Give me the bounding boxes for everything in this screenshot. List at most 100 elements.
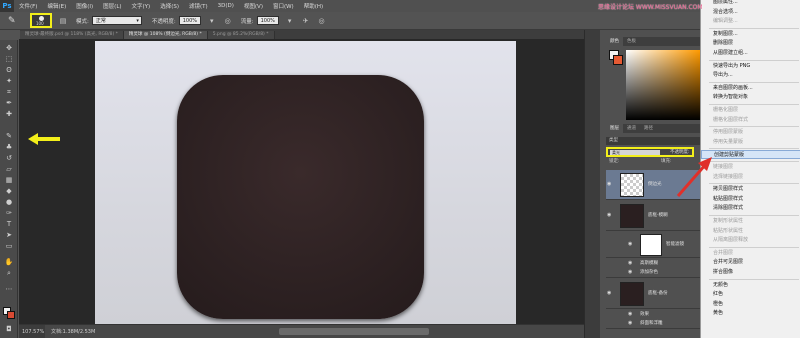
context-menu-item[interactable]: 创建剪贴蒙版 [701,150,800,160]
layer-name: 底框-模糊 [648,213,668,218]
eraser-tool-icon[interactable]: ▱ [3,165,15,174]
lasso-tool-icon[interactable]: ʘ [3,66,15,75]
brush-panel-icon[interactable]: ▤ [58,16,68,26]
healing-tool-icon[interactable]: ✚ [3,110,15,119]
filter-row[interactable]: ◉ 添加杂色 [606,268,700,278]
type-tool-icon[interactable]: T [3,220,15,229]
tab-channels[interactable]: 通道 [623,124,640,133]
panel-background-swatch[interactable] [613,55,623,65]
blend-mode-select[interactable]: 柔光 [610,150,660,155]
quick-select-tool-icon[interactable]: ✦ [3,77,15,86]
context-menu-item[interactable]: 粘贴图层样式 [701,195,800,204]
dodge-tool-icon[interactable]: ● [3,198,15,207]
context-menu-item[interactable]: 转换为智能对象 [701,93,800,102]
context-menu-item[interactable]: 复制图层... [701,30,800,39]
context-menu-item[interactable]: 从图层建立组... [701,49,800,58]
tab-paths[interactable]: 路径 [640,124,657,133]
mode-select[interactable]: 正常 ▾ [91,16,142,25]
eye-icon[interactable]: ◉ [628,260,632,266]
quick-mask-icon[interactable]: ◘ [3,325,15,334]
menu-3d[interactable]: 3D(D) [213,3,239,9]
context-menu-item[interactable]: 来自图层的画板... [701,84,800,93]
menu-select[interactable]: 选择(S) [155,2,184,10]
document-canvas[interactable] [95,41,516,324]
color-picker-field[interactable] [626,50,700,120]
context-menu-item[interactable]: 混合选项... [701,8,800,17]
brush-tool-icon[interactable]: ✎ [8,15,20,27]
opacity-field[interactable]: 100% [178,16,201,25]
brush-tool-icon[interactable]: ✎ [3,132,15,141]
tab-swatches[interactable]: 色板 [623,37,640,46]
marquee-tool-icon[interactable]: ⬚ [3,55,15,64]
flow-slider-icon[interactable]: ▾ [285,16,295,26]
move-tool-icon[interactable]: ✥ [3,44,15,53]
smart-filter-row[interactable]: ◉ 智能滤镜 [606,232,700,258]
filter-row[interactable]: ◉ 高斯模糊 [606,259,700,268]
context-menu-item[interactable]: 删除图层 [701,39,800,48]
pen-tool-icon[interactable]: ✑ [3,209,15,218]
menu-separator [709,161,799,162]
eye-icon[interactable]: ◉ [628,269,632,275]
tab-doc-2[interactable]: 精灵球 @ 108% (倒边光, RGB/8) * [123,31,208,39]
gradient-tool-icon[interactable]: ▦ [3,176,15,185]
context-menu-item[interactable]: 黄色 [701,309,800,318]
background-color-swatch[interactable] [7,311,15,319]
menu-edit[interactable]: 编辑(E) [42,2,71,10]
smart-filter-label: 智能滤镜 [666,242,684,247]
brush-preset-picker[interactable]: 100 [30,13,52,28]
context-menu-item[interactable]: 合并可见图层 [701,258,800,267]
blur-tool-icon[interactable]: ◆ [3,187,15,196]
rectangle-tool-icon[interactable]: ▭ [3,242,15,251]
context-menu-item[interactable]: 橙色 [701,300,800,309]
eyedropper-tool-icon[interactable]: ✒ [3,99,15,108]
context-menu-item[interactable]: 红色 [701,290,800,299]
horizontal-scrollbar[interactable] [279,328,429,335]
layer-row[interactable]: ◉ 底框-备份 [606,279,700,309]
context-menu-item[interactable]: 无颜色 [701,281,800,290]
layer-filter[interactable]: 类型 [606,137,700,145]
hand-tool-icon[interactable]: ✋ [3,258,15,267]
eye-icon[interactable]: ◉ [628,241,632,247]
path-select-tool-icon[interactable]: ➤ [3,231,15,240]
tab-doc-3[interactable]: 5.png @ 85.2%(RGB/8) * [207,31,275,39]
airbrush-icon[interactable]: ✈ [301,16,311,26]
eye-icon[interactable]: ◉ [607,212,611,218]
tab-layers[interactable]: 图层 [606,124,623,133]
effects-row[interactable]: ◉ 效果 [606,310,700,319]
context-menu-item: 从隔离图层释放 [713,237,749,244]
eye-icon[interactable]: ◉ [628,320,632,326]
pressure-size-icon[interactable]: ◎ [317,16,327,26]
opacity-slider-icon[interactable]: ▾ [207,16,217,26]
menu-view[interactable]: 视图(V) [239,2,268,10]
menu-filter[interactable]: 滤镜(T) [184,2,213,10]
context-menu-item[interactable]: 快速导出为 PNG [701,62,800,71]
context-menu-item[interactable]: 导出为... [701,71,800,80]
layer-row[interactable]: ◉ 底框-模糊 [606,201,700,231]
eye-icon[interactable]: ◉ [607,290,611,296]
menu-help[interactable]: 帮助(H) [299,2,328,10]
pressure-opacity-icon[interactable]: ◎ [223,16,233,26]
effect-row[interactable]: ◉ 斜面和浮雕 [606,319,700,329]
zoom-level[interactable]: 107.57% [19,324,45,338]
context-menu-item[interactable]: 清除图层样式 [701,204,800,213]
menu-file[interactable]: 文件(F) [14,2,42,10]
menu-layer[interactable]: 图层(L) [98,2,126,10]
stamp-tool-icon[interactable]: ♣ [3,143,15,152]
eye-icon[interactable]: ◉ [628,311,632,317]
context-menu-item[interactable]: 图层属性... [701,0,800,7]
canvas-area[interactable] [19,39,584,324]
context-menu-item[interactable]: 拼合图像 [701,268,800,277]
history-brush-icon[interactable]: ↺ [3,154,15,163]
flow-field[interactable]: 100% [256,16,279,25]
eye-icon[interactable]: ◉ [607,181,611,187]
zoom-tool-icon[interactable]: ⌕ [3,269,15,278]
more-tools-icon[interactable]: ⋯ [3,285,15,294]
crop-tool-icon[interactable]: ⌗ [3,88,15,97]
menu-type[interactable]: 文字(Y) [127,2,156,10]
tab-color[interactable]: 颜色 [606,37,623,46]
menu-window[interactable]: 窗口(W) [268,2,299,10]
context-menu-item[interactable]: 拷贝图层样式 [701,185,800,194]
tab-doc-1[interactable]: 精灵球-最终版.psd @ 118% (高光, RGB/8) * [20,31,124,39]
context-menu-item: 选择链接图层 [713,173,744,180]
menu-image[interactable]: 图像(I) [71,2,98,10]
